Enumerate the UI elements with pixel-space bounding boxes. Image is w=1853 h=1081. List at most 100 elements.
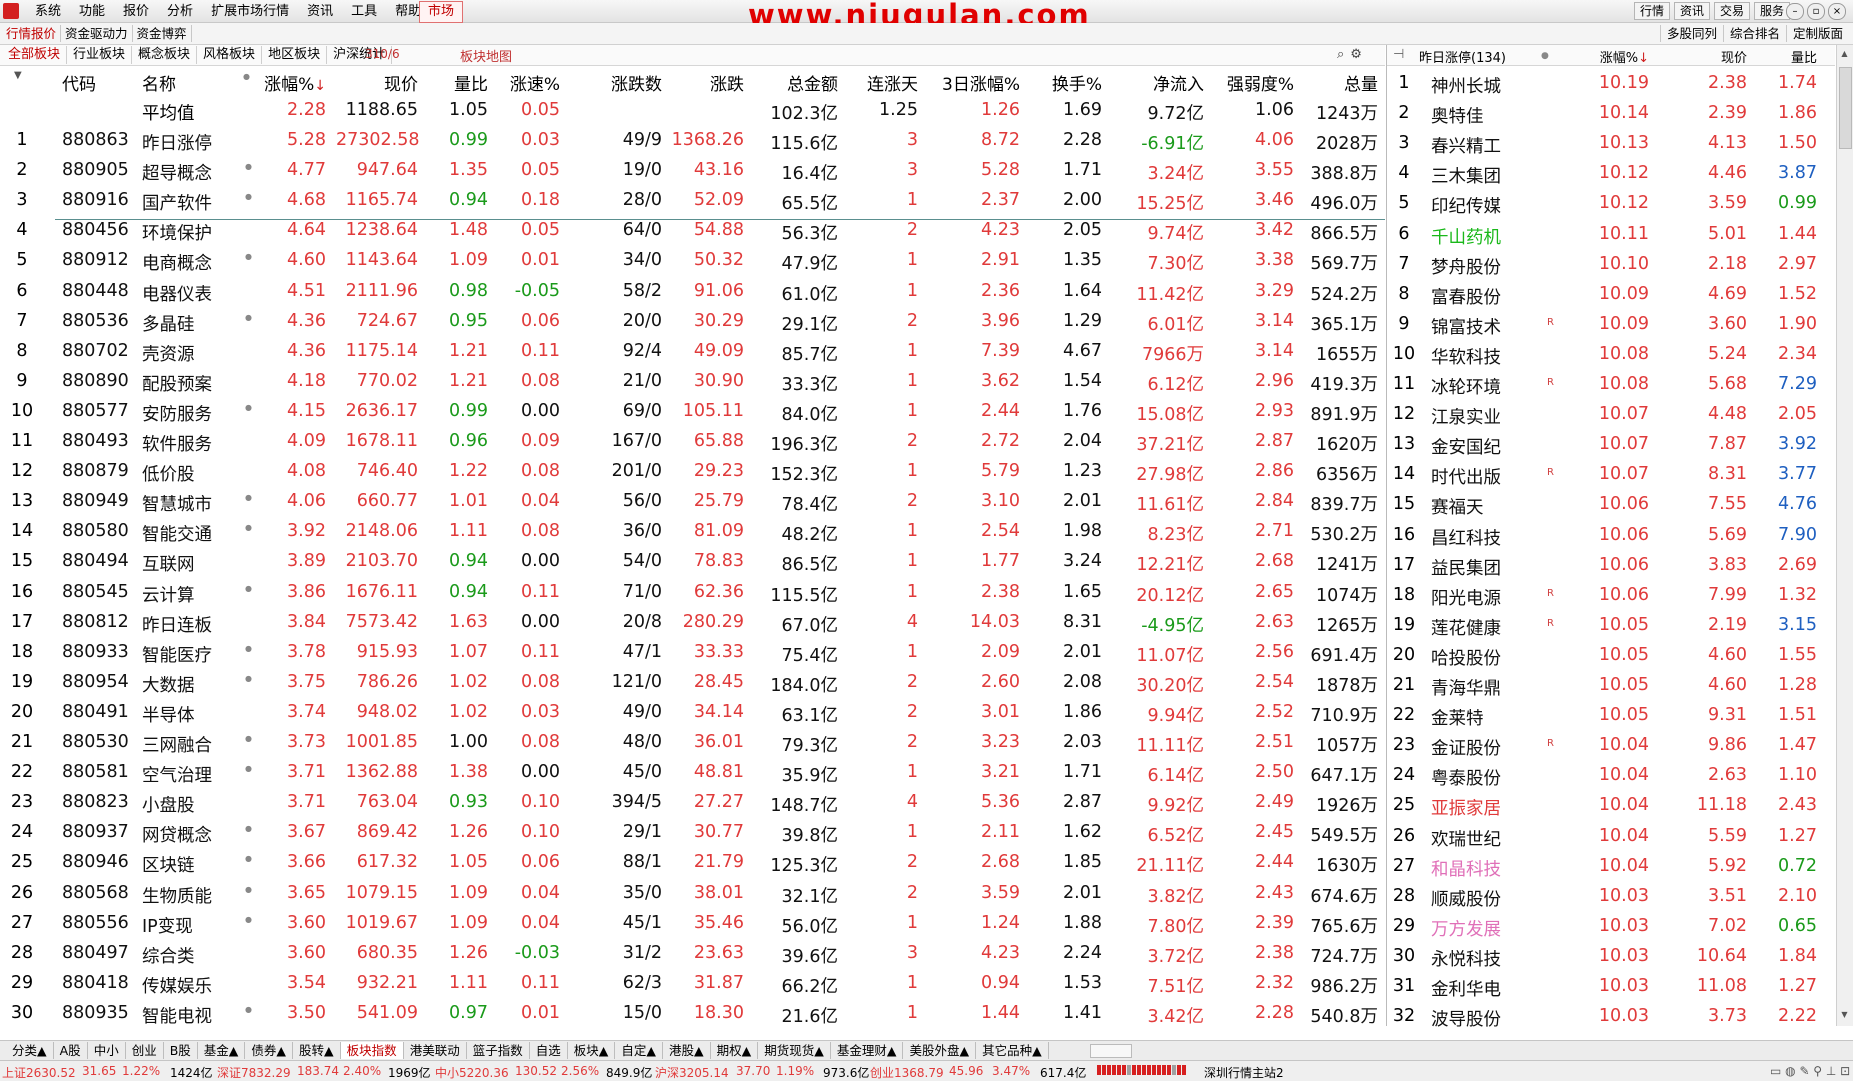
table-row[interactable]: 21 880530 三网融合 3.73 1001.85 1.00 0.08 48/0 36.01… [0,728,1385,758]
panel-row[interactable]: 22 金莱特 10.05 9.31 1.51 [1387,701,1835,731]
col-header-price[interactable]: 现价 [336,70,418,95]
panel-row[interactable]: 21 青海华鼎 10.05 4.60 1.28 [1387,671,1835,701]
panel-row[interactable]: 8 富春股份 10.09 4.69 1.52 [1387,280,1835,310]
table-row[interactable]: 15 880494 互联网 3.89 2103.70 0.94 0.00 54/0 78.83 8… [0,547,1385,577]
table-row[interactable]: 27 880556 IP变现 3.60 1019.67 1.09 0.04 45/1 35.46… [0,909,1385,939]
panel-row[interactable]: 29 万方发展 10.03 7.02 0.65 [1387,912,1835,942]
menu-item[interactable]: 报价 [114,3,158,20]
col-header-str[interactable]: 强弱度% [1214,70,1294,95]
layout-tab[interactable]: 定制版面 [1785,25,1849,42]
menu-item[interactable]: 系统 [26,3,70,20]
table-row[interactable]: 13 880949 智慧城市 4.06 660.77 1.01 0.04 56/0 25.79 7… [0,487,1385,517]
table-row[interactable]: 2 880905 超导概念 4.77 947.64 1.35 0.05 19/0 43.16 16… [0,156,1385,186]
panel-row[interactable]: 4 三木集团 10.12 4.46 3.87 [1387,159,1835,189]
layout-tab[interactable]: 综合排名 [1722,25,1786,42]
vertical-scrollbar[interactable]: ▲ ▼ [1836,45,1853,1026]
menu-item[interactable]: 工具 [342,3,386,20]
panel-header-price[interactable]: 现价 [1677,47,1747,66]
top-button[interactable]: 资讯 [1674,2,1711,20]
restore-icon[interactable]: ▫ [1807,3,1825,20]
panel-row[interactable]: 11 冰轮环境 R 10.08 5.68 7.29 [1387,370,1835,400]
col-header-turn[interactable]: 换手% [1032,70,1102,95]
panel-row[interactable]: 9 锦富技术 R 10.09 3.60 1.90 [1387,310,1835,340]
menu-item[interactable]: 功能 [70,3,114,20]
bottom-tab[interactable]: 自定▲ [615,1042,663,1059]
col-header-spd[interactable]: 涨速% [500,70,560,95]
table-row[interactable]: 8 880702 壳资源 4.36 1175.14 1.21 0.11 92/4 49.09 85… [0,337,1385,367]
scroll-thumb[interactable] [1839,67,1852,149]
panel-row[interactable]: 15 赛福天 10.06 7.55 4.76 [1387,490,1835,520]
bottom-tab[interactable]: 期权▲ [711,1042,759,1059]
horizontal-scrollbar[interactable] [1090,1044,1132,1058]
bottom-tab[interactable]: 基金▲ [198,1042,246,1059]
panel-row[interactable]: 32 波导股份 10.03 3.73 2.22 [1387,1002,1835,1032]
table-row[interactable]: 29 880418 传媒娱乐 3.54 932.21 1.11 0.11 62/3 31.87 6… [0,969,1385,999]
panel-row[interactable]: 5 印纪传媒 10.12 3.59 0.99 [1387,189,1835,219]
bottom-tab[interactable]: 期货现货▲ [758,1042,831,1059]
table-row[interactable]: 16 880545 云计算 3.86 1676.11 0.94 0.11 71/0 62.36 1… [0,578,1385,608]
table-row[interactable]: 22 880581 空气治理 3.71 1362.88 1.38 0.00 45/0 48.81… [0,758,1385,788]
col-header-name[interactable]: 名称 [142,70,238,95]
layout-tab[interactable]: 多股同列 [1659,25,1723,42]
sub-tab[interactable]: 资金博弈 [133,25,192,42]
panel-row[interactable]: 31 金利华电 10.03 11.08 1.27 [1387,972,1835,1002]
bottom-tab[interactable]: 股转▲ [293,1042,341,1059]
col-header-d3[interactable]: 3日涨幅% [930,70,1020,95]
bottom-tab[interactable]: 篮子指数 [467,1042,530,1059]
table-row[interactable]: 12 880879 低价股 4.08 746.40 1.22 0.08 201/0 29.23 1… [0,457,1385,487]
board-map-link[interactable]: 板块地图 [460,46,512,65]
panel-row[interactable]: 6 千山药机 10.11 5.01 1.44 [1387,220,1835,250]
table-row[interactable]: 17 880812 昨日连板 3.84 7573.42 1.63 0.00 20/8 280.2… [0,608,1385,638]
table-row[interactable]: 26 880568 生物质能 3.65 1079.15 1.09 0.04 35/0 38.01… [0,879,1385,909]
status-sh[interactable]: 上证2630.52 [2,1064,76,1081]
table-row[interactable]: 11 880493 软件服务 4.09 1678.11 0.96 0.09 167/0 65.8… [0,427,1385,457]
status-zx[interactable]: 中小5220.36 [435,1064,509,1081]
table-row[interactable]: 25 880946 区块链 3.66 617.32 1.05 0.06 88/1 21.79 12… [0,848,1385,878]
col-header-cnt[interactable]: 涨跌数 [582,70,662,95]
table-row[interactable]: 30 880935 智能电视 3.50 541.09 0.97 0.01 15/0 18.30 2… [0,999,1385,1029]
panel-row[interactable]: 28 顺威股份 10.03 3.51 2.10 [1387,882,1835,912]
table-row[interactable]: 24 880937 网贷概念 3.67 869.42 1.26 0.10 29/1 30.77 3… [0,818,1385,848]
bottom-tab[interactable]: 基金理财▲ [831,1042,904,1059]
scroll-down-icon[interactable]: ▼ [1839,1010,1850,1022]
panel-row[interactable]: 24 粤泰股份 10.04 2.63 1.10 [1387,761,1835,791]
menu-item[interactable]: 分析 [158,3,202,20]
status-sz[interactable]: 深证7832.29 [217,1064,291,1081]
board-tab[interactable]: 概念板块 [132,46,198,64]
col-header-days[interactable]: 连涨天 [848,70,918,95]
col-header-vr[interactable]: 量比 [428,70,488,95]
close-icon[interactable]: × [1828,3,1846,20]
sub-tab[interactable]: 资金驱动力 [61,25,133,42]
col-header-code[interactable]: 代码 [62,70,132,95]
panel-row[interactable]: 3 春兴精工 10.13 4.13 1.50 [1387,129,1835,159]
table-row[interactable]: 18 880933 智能医疗 3.78 915.93 1.07 0.11 47/1 33.33 7… [0,638,1385,668]
bottom-tab[interactable]: B股 [164,1042,198,1059]
panel-row[interactable]: 23 金证股份 R 10.04 9.86 1.47 [1387,731,1835,761]
panel-row[interactable]: 17 益民集团 10.06 3.83 2.69 [1387,551,1835,581]
panel-row[interactable]: 2 奥特佳 10.14 2.39 1.86 [1387,99,1835,129]
zoom-icon[interactable]: ⌕ [1337,47,1344,62]
table-row[interactable]: 4 880456 环境保护 4.64 1238.64 1.48 0.05 64/0 54.88 5… [0,216,1385,246]
board-tab[interactable]: 地区板块 [262,46,328,64]
panel-row[interactable]: 19 莲花健康 R 10.05 2.19 3.15 [1387,611,1835,641]
bottom-tab[interactable]: A股 [54,1042,88,1059]
panel-row[interactable]: 12 江泉实业 10.07 4.48 2.05 [1387,400,1835,430]
table-row[interactable]: 3 880916 国产软件 4.68 1165.74 0.94 0.18 28/0 52.09 6… [0,186,1385,216]
panel-row[interactable]: 30 永悦科技 10.03 10.64 1.84 [1387,942,1835,972]
panel-row[interactable]: 1 神州长城 10.19 2.38 1.74 [1387,69,1835,99]
market-tab[interactable]: 市场 [419,1,464,23]
bottom-tab[interactable]: 港股▲ [663,1042,711,1059]
board-tab[interactable]: 行业板块 [67,46,133,64]
panel-row[interactable]: 18 阳光电源 R 10.06 7.99 1.32 [1387,581,1835,611]
table-row[interactable]: 5 880912 电商概念 4.60 1143.64 1.09 0.01 34/0 50.32 4… [0,246,1385,276]
status-cy[interactable]: 创业1368.79 [870,1064,944,1081]
panel-row[interactable]: 13 金安国纪 10.07 7.87 3.92 [1387,430,1835,460]
table-row[interactable]: 14 880580 智能交通 3.92 2148.06 1.11 0.08 36/0 81.09… [0,517,1385,547]
panel-row[interactable]: 25 亚振家居 10.04 11.18 2.43 [1387,791,1835,821]
bottom-tab[interactable]: 板块指数 [340,1042,404,1059]
bottom-tab[interactable]: 分类▲ [6,1042,54,1059]
bottom-tab[interactable]: 其它品种▲ [976,1042,1049,1059]
table-row[interactable]: 28 880497 综合类 3.60 680.35 1.26 -0.03 31/2 23.63 3… [0,939,1385,969]
col-header-net[interactable]: 净流入 [1110,70,1204,95]
menu-item[interactable]: 资讯 [298,3,342,20]
